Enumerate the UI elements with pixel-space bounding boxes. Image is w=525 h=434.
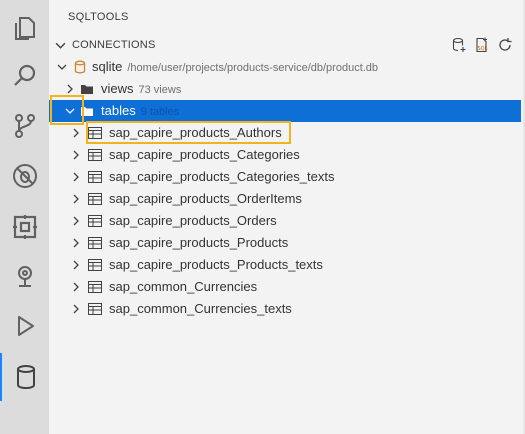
explorer-icon (14, 17, 35, 40)
chevron-right-icon (73, 238, 79, 248)
tables-count: 9 tables (140, 106, 180, 118)
chevron-right-icon (67, 84, 73, 94)
debug-disabled-icon (12, 164, 37, 188)
connection-name: sqlite (92, 59, 123, 74)
new-connection-icon[interactable] (451, 37, 467, 53)
activity-sqltools[interactable] (0, 353, 49, 401)
source-control-icon (14, 114, 35, 138)
chevron-right-icon (73, 150, 79, 160)
chevron-right-icon (73, 216, 79, 226)
table-row[interactable]: sap_common_Currencies (49, 276, 521, 298)
table-name: sap_capire_products_Products_texts (109, 257, 323, 272)
tables-row[interactable]: tables 9 tables (49, 100, 521, 122)
activity-source-control[interactable] (0, 102, 49, 150)
chevron-right-icon (73, 172, 79, 182)
svg-text:SQL: SQL (478, 46, 488, 52)
table-icon (88, 259, 102, 271)
views-label: views (101, 81, 134, 96)
table-icon (88, 281, 102, 293)
connections-section-header[interactable]: CONNECTIONS SQL (49, 34, 521, 56)
activity-search[interactable] (0, 52, 49, 100)
search-icon (13, 64, 35, 86)
sidebar-title: SQLTOOLS (68, 11, 129, 23)
chevron-right-icon (73, 282, 79, 292)
chevron-right-icon (73, 194, 79, 204)
chevron-down-icon (65, 108, 75, 114)
extensions-icon (12, 215, 37, 239)
activity-explorer[interactable] (0, 4, 49, 52)
section-label: CONNECTIONS (72, 39, 156, 51)
table-icon (88, 171, 102, 183)
table-row[interactable]: sap_capire_products_Products_texts (49, 254, 521, 276)
views-count: 73 views (138, 84, 182, 96)
table-icon (88, 149, 102, 161)
table-row[interactable]: sap_capire_products_OrderItems (49, 188, 521, 210)
table-icon (88, 237, 102, 249)
chevron-right-icon (73, 304, 79, 314)
new-sql-file-icon[interactable]: SQL (474, 37, 490, 53)
database-icon (16, 365, 35, 390)
chevron-right-icon (73, 260, 79, 270)
table-row[interactable]: sap_capire_products_Products (49, 232, 521, 254)
table-name: sap_capire_products_OrderItems (109, 191, 302, 206)
table-row[interactable]: sap_common_Currencies_texts (49, 298, 521, 320)
folder-icon (81, 85, 93, 94)
tables-label: tables (101, 103, 136, 118)
table-name: sap_common_Currencies_texts (109, 301, 292, 316)
activity-run-debug[interactable] (0, 302, 49, 350)
chevron-down-icon (57, 64, 67, 70)
table-row[interactable]: sap_capire_products_Categories (49, 144, 521, 166)
table-icon (88, 215, 102, 227)
table-name: sap_capire_products_Categories_texts (109, 169, 335, 184)
table-row[interactable]: sap_capire_products_Categories_texts (49, 166, 521, 188)
views-row[interactable]: views 73 views (49, 78, 521, 100)
table-icon (88, 127, 102, 139)
table-icon (88, 303, 102, 315)
table-icon (88, 193, 102, 205)
database-icon (74, 60, 86, 74)
refresh-icon[interactable] (497, 37, 513, 53)
activity-debug[interactable] (0, 152, 49, 200)
table-row[interactable]: sap_capire_products_Authors (49, 122, 521, 144)
run-debug-icon (17, 316, 34, 336)
table-name: sap_capire_products_Authors (109, 125, 282, 140)
cloud-foundry-icon (17, 266, 32, 287)
connection-row-sqlite[interactable]: sqlite/home/user/projects/products-servi… (49, 56, 521, 78)
table-name: sap_capire_products_Orders (109, 213, 277, 228)
table-name: sap_capire_products_Products (109, 235, 289, 250)
folder-icon (81, 107, 93, 116)
table-row[interactable]: sap_capire_products_Orders (49, 210, 521, 232)
activity-bar (0, 0, 49, 434)
connection-path: /home/user/projects/products-service/db/… (127, 62, 379, 74)
activity-cloud-foundry[interactable] (0, 252, 49, 300)
chevron-right-icon (73, 128, 79, 138)
chevron-down-icon (55, 42, 66, 49)
table-name: sap_common_Currencies (109, 279, 258, 294)
table-name: sap_capire_products_Categories (109, 147, 300, 162)
activity-extensions[interactable] (0, 203, 49, 251)
sqltools-sidebar: SQLTOOLS CONNECTIONS SQL sqlite/home/use… (49, 0, 525, 434)
